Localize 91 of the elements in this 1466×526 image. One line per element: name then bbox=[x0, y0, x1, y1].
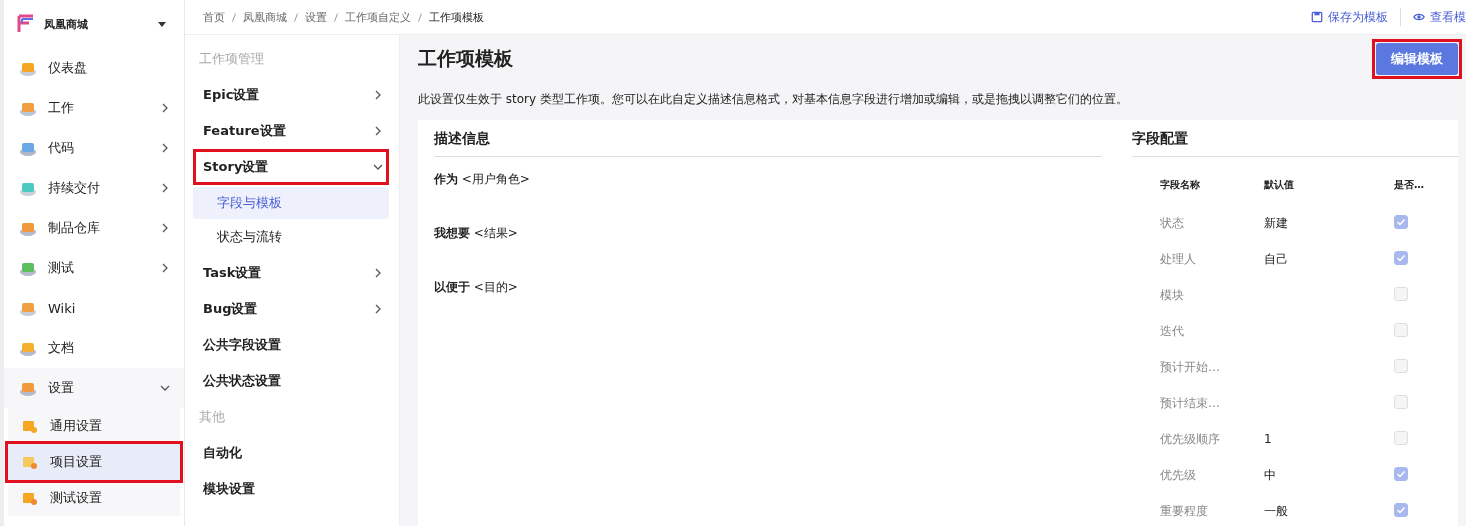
checkbox[interactable] bbox=[1394, 394, 1408, 409]
sidebar-item[interactable]: 测试 bbox=[4, 248, 184, 288]
dropdown-caret-icon[interactable] bbox=[158, 21, 166, 27]
check-icon bbox=[1395, 216, 1407, 228]
table-cell: 自己 bbox=[1264, 251, 1288, 266]
sidebar-subitem[interactable]: 通用设置 bbox=[8, 408, 180, 444]
breadcrumb-link[interactable]: 工作项自定义 bbox=[345, 9, 411, 25]
separator-icon bbox=[232, 12, 236, 22]
chevron-icon bbox=[373, 162, 383, 172]
table-cell: 状态 bbox=[1160, 205, 1264, 241]
settings-subitem[interactable]: 字段与模板 bbox=[193, 187, 389, 219]
table-cell: 优先级 bbox=[1160, 457, 1264, 493]
checkbox[interactable] bbox=[1394, 215, 1408, 229]
settings-icon bbox=[22, 490, 38, 506]
settings-link[interactable]: 模块设置 bbox=[193, 471, 389, 507]
chevron-icon bbox=[373, 126, 383, 136]
settings-link[interactable]: 自动化 bbox=[193, 435, 389, 471]
page-title: 工作项模板 bbox=[418, 46, 513, 71]
table-cell-text: 迭代 bbox=[1160, 322, 1185, 340]
column-header: 是否… bbox=[1394, 178, 1425, 192]
settings-icon bbox=[22, 418, 38, 434]
checkbox[interactable] bbox=[1394, 430, 1408, 445]
sidebar-subitem[interactable]: 项目设置 bbox=[8, 444, 180, 480]
sidebar-item[interactable]: 文档 bbox=[4, 328, 184, 368]
table-cell: 重要程度 bbox=[1160, 493, 1264, 526]
description-text: 此设置仅生效于 story 类型工作项。您可以在此自定义描述信息格式，对基本信息字段进行增加或编辑，或是拖拽以调整它们的位置。 bbox=[418, 91, 1129, 108]
table-cell-text: 优先级顺序 bbox=[1160, 430, 1221, 448]
settings-icon bbox=[22, 454, 38, 470]
table-cell: 1 bbox=[1264, 432, 1272, 446]
table-cell: 中 bbox=[1264, 467, 1276, 482]
toolbar-button[interactable]: 保存为模板 bbox=[1311, 8, 1388, 26]
save-icon bbox=[1311, 11, 1323, 23]
settings-group[interactable]: Epic设置 bbox=[193, 77, 389, 113]
chevron-icon bbox=[160, 143, 170, 153]
checkbox[interactable] bbox=[1394, 251, 1408, 265]
sidebar-item[interactable]: 制品仓库 bbox=[4, 208, 184, 248]
check-icon bbox=[1395, 252, 1407, 264]
checkbox[interactable] bbox=[1394, 358, 1408, 373]
column-header: 默认值 bbox=[1264, 157, 1394, 205]
sidebar-item[interactable]: 仪表盘 bbox=[4, 48, 184, 88]
sidebar-item[interactable]: 设置 bbox=[4, 368, 184, 408]
check-icon bbox=[1395, 504, 1407, 516]
separator-icon bbox=[334, 12, 338, 22]
settings-link[interactable]: 公共字段设置 bbox=[193, 327, 389, 363]
chevron-icon bbox=[160, 383, 170, 393]
template-line: 作为 <用户角色> bbox=[434, 171, 531, 188]
logo-icon bbox=[16, 13, 36, 35]
table-cell-text: 预计开始… bbox=[1160, 358, 1221, 376]
breadcrumb-link[interactable]: 设置 bbox=[305, 9, 327, 25]
sidebar-item[interactable]: 代码 bbox=[4, 128, 184, 168]
eye-icon bbox=[1413, 11, 1425, 23]
sidebar-item[interactable]: Wiki bbox=[4, 288, 184, 328]
section-heading: 工作项管理 bbox=[198, 50, 265, 68]
settings-subitem[interactable]: 状态与流转 bbox=[193, 221, 389, 253]
toolbar-button[interactable]: 查看模 bbox=[1413, 8, 1466, 26]
breadcrumb-link[interactable]: 首页 bbox=[203, 9, 225, 25]
chevron-icon bbox=[373, 90, 383, 100]
table-cell-text: 处理人 bbox=[1160, 250, 1197, 268]
checkbox[interactable] bbox=[1394, 286, 1408, 301]
chevron-icon bbox=[373, 268, 383, 278]
column-header: 字段名称 bbox=[1160, 157, 1264, 205]
checkbox[interactable] bbox=[1394, 322, 1408, 337]
settings-link[interactable]: 公共状态设置 bbox=[193, 363, 389, 399]
checkbox[interactable] bbox=[1394, 503, 1408, 517]
check-icon bbox=[1395, 468, 1407, 480]
chevron-icon bbox=[373, 304, 383, 314]
settings-group[interactable]: Story设置 bbox=[193, 149, 389, 185]
table-cell: 一般 bbox=[1264, 503, 1288, 518]
chevron-icon bbox=[160, 223, 170, 233]
table-cell-text: 预计结束… bbox=[1160, 394, 1221, 412]
sidebar-item[interactable]: 持续交付 bbox=[4, 168, 184, 208]
settings-group[interactable]: Task设置 bbox=[193, 255, 389, 291]
card-title: 字段配置 bbox=[1132, 120, 1458, 157]
sidebar-item[interactable]: 工作 bbox=[4, 88, 184, 128]
template-line: 我想要 <结果> bbox=[434, 225, 519, 242]
card-title: 描述信息 bbox=[434, 120, 1102, 157]
section-heading: 其他 bbox=[198, 408, 226, 426]
chevron-icon bbox=[160, 263, 170, 273]
template-line: 以便于 <目的> bbox=[434, 279, 519, 296]
edit-template-button[interactable]: 编辑模板 bbox=[1376, 43, 1458, 75]
chevron-icon bbox=[160, 103, 170, 113]
settings-group[interactable]: Bug设置 bbox=[193, 291, 389, 327]
table-cell-text: 模块 bbox=[1160, 286, 1185, 304]
chevron-icon bbox=[160, 183, 170, 193]
project-name: 凤凰商城 bbox=[44, 16, 89, 32]
separator-icon bbox=[294, 12, 298, 22]
separator-icon bbox=[418, 12, 422, 22]
breadcrumb-link[interactable]: 凤凰商城 bbox=[243, 9, 287, 25]
table-cell: 新建 bbox=[1264, 215, 1288, 230]
checkbox[interactable] bbox=[1394, 467, 1408, 481]
settings-group[interactable]: Feature设置 bbox=[193, 113, 389, 149]
